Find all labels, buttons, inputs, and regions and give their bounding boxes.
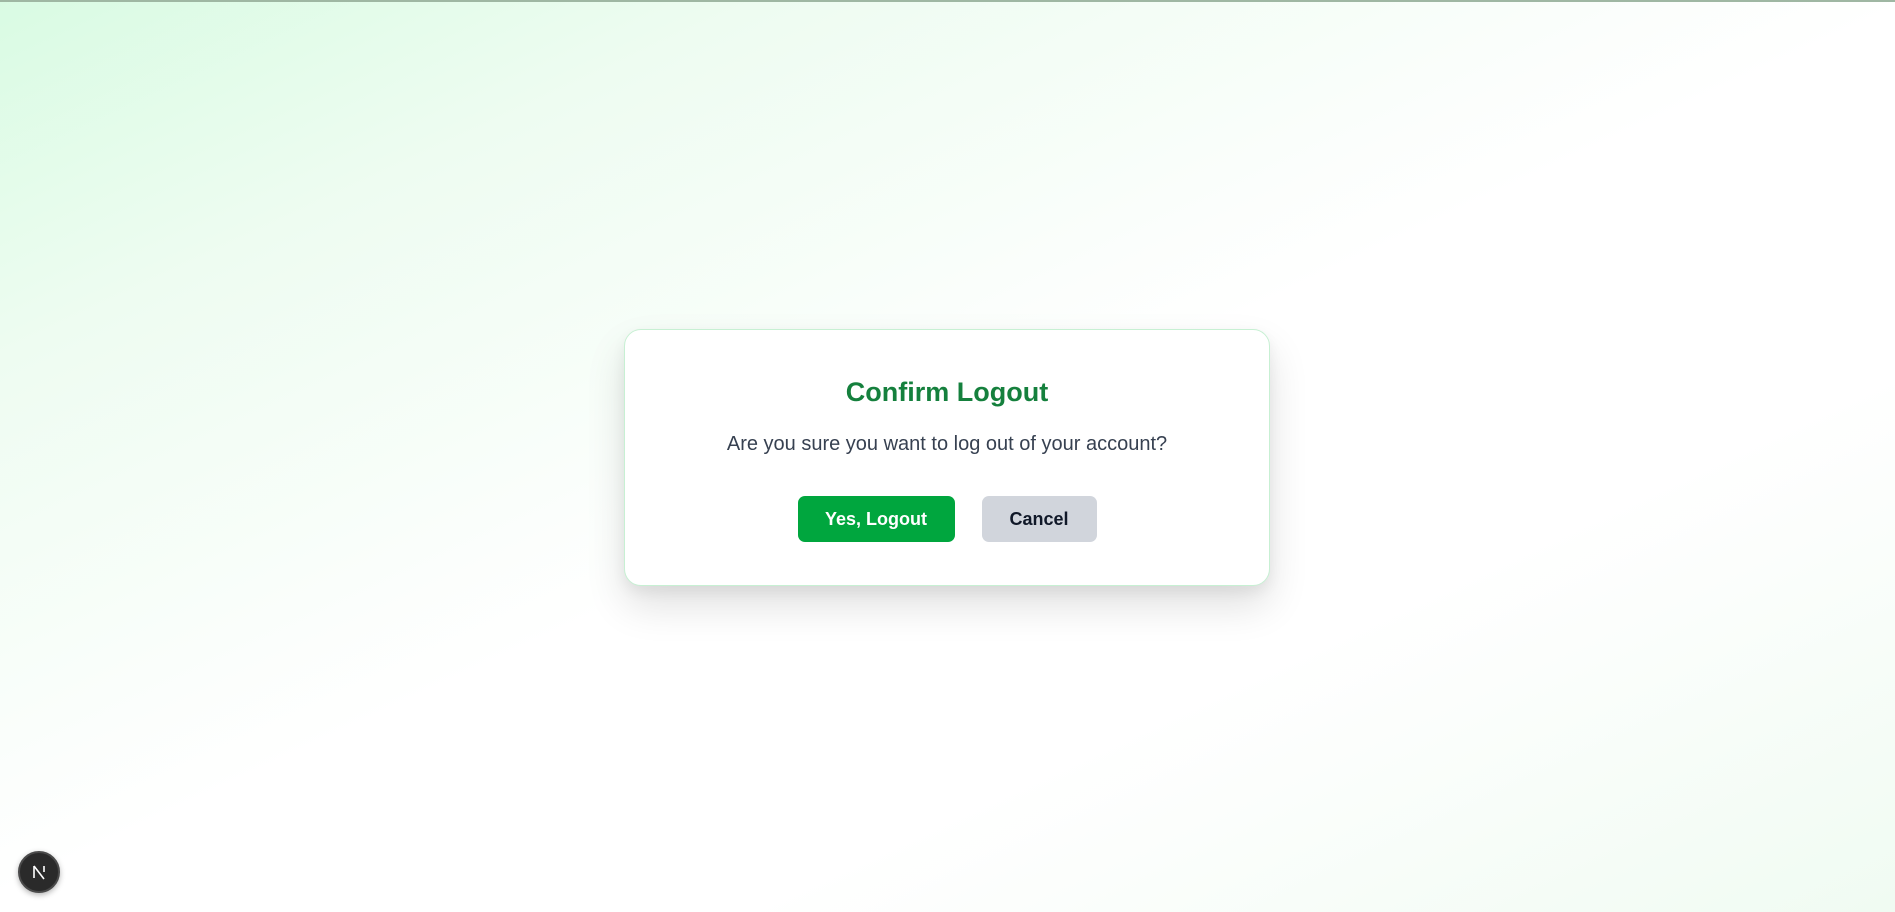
dialog-actions: Yes, Logout Cancel [625,496,1269,542]
confirm-logout-button[interactable]: Yes, Logout [797,496,955,542]
dialog-title: Confirm Logout [845,377,1049,407]
cancel-button[interactable]: Cancel [981,496,1097,542]
top-border-line [0,0,1895,2]
nextjs-logo-icon [33,865,45,880]
nextjs-dev-indicator[interactable] [18,851,60,893]
dialog-message: Are you sure you want to log out of your… [726,433,1168,455]
logout-confirm-dialog: Confirm Logout Are you sure you want to … [624,329,1270,586]
